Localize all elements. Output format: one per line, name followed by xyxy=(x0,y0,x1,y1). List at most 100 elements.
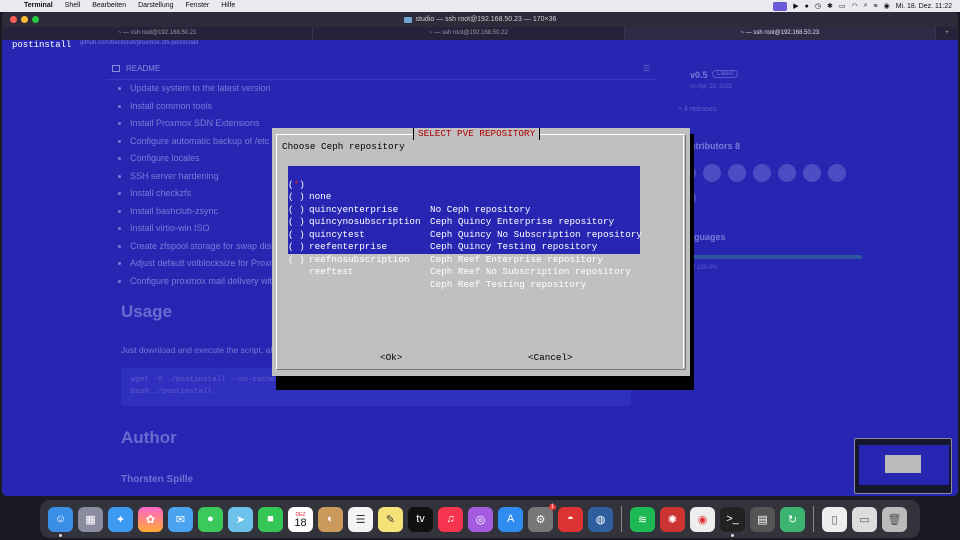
trash-icon[interactable]: 🗑 xyxy=(882,506,907,532)
avatar xyxy=(828,164,846,182)
dock-separator xyxy=(621,506,622,532)
cancel-button[interactable]: <Cancel> xyxy=(528,352,573,364)
option-quincytest[interactable]: ( ) quincytest Ceph Quincy Testing repos… xyxy=(288,204,640,252)
spotify-icon[interactable]: ≋ xyxy=(630,506,655,532)
folder-icon xyxy=(403,16,412,23)
messages-icon[interactable]: ● xyxy=(198,506,223,532)
safari-icon[interactable]: ✦ xyxy=(108,506,133,532)
maps-icon[interactable]: ➤ xyxy=(228,506,253,532)
app-red-icon[interactable]: ✺ xyxy=(660,506,685,532)
finder-icon[interactable]: ☺ xyxy=(48,506,73,537)
appletv-icon[interactable]: tv xyxy=(408,506,433,532)
tab-ssh-22[interactable]: ~ — ssh root@192.168.50.22 xyxy=(313,27,625,40)
contributors-count: 8 xyxy=(735,141,741,151)
siri-icon[interactable]: ◉ xyxy=(884,2,890,10)
tab-ssh-21[interactable]: ~ — ssh root@192.168.50.21 xyxy=(2,27,314,40)
calendar-day: 18 xyxy=(294,517,307,529)
option-reeftest[interactable]: ( ) reeftest Ceph Reef Testing repositor… xyxy=(288,241,640,290)
ok-button[interactable]: <Ok> xyxy=(380,352,402,364)
folder-icon[interactable]: ▭ xyxy=(852,506,877,532)
new-tab-button[interactable]: + xyxy=(936,27,958,40)
screenshot-thumbnail[interactable] xyxy=(854,438,952,494)
menu-shell[interactable]: Shell xyxy=(59,0,87,12)
document-icon[interactable]: ▯ xyxy=(822,506,847,532)
mail-icon[interactable]: ✉ xyxy=(168,506,193,532)
option-reefnosubscription[interactable]: ( ) reefnosubscription Ceph Reef No Subs… xyxy=(288,229,640,277)
option-description: Ceph Reef No Subscription repository xyxy=(430,266,631,277)
readme-header: README ☰ xyxy=(106,58,656,80)
contributors-avatars xyxy=(678,164,846,182)
appstore-icon[interactable]: A xyxy=(498,506,523,532)
facetime-icon[interactable]: ■ xyxy=(258,506,283,532)
chrome-icon[interactable]: ◉ xyxy=(690,506,715,532)
list-item: Install common tools xyxy=(130,98,384,116)
menu-darstellung[interactable]: Darstellung xyxy=(132,0,179,12)
notification-badge: 1 xyxy=(548,503,556,510)
avatar xyxy=(803,164,821,182)
menu-fenster[interactable]: Fenster xyxy=(180,0,216,12)
battery-icon[interactable]: ▭ xyxy=(839,2,846,10)
proxy-icon[interactable]: ◍ xyxy=(588,506,613,532)
wifi-icon[interactable]: ◠ xyxy=(851,2,857,10)
podcasts-icon[interactable]: ◎ xyxy=(468,506,493,532)
book-icon xyxy=(112,65,120,72)
avatar xyxy=(703,164,721,182)
photos-icon[interactable]: ✿ xyxy=(138,506,163,532)
outline-menu-icon: ☰ xyxy=(642,64,650,73)
play-icon[interactable]: ▶ xyxy=(793,2,798,10)
language-bar xyxy=(678,255,862,259)
control-center-icon[interactable]: ≡ xyxy=(874,3,878,10)
sync-icon[interactable]: ↻ xyxy=(780,506,805,532)
thumbnail-dialog xyxy=(885,455,921,473)
option-description: Ceph Reef Testing repository xyxy=(430,278,587,290)
user-icon[interactable]: ● xyxy=(805,3,809,10)
calendar-icon[interactable]: DEZ 18 xyxy=(288,506,313,532)
tab-bar: ~ — ssh root@192.168.50.21 ~ — ssh root@… xyxy=(2,27,958,40)
bluetooth-icon[interactable]: ✱ xyxy=(827,2,833,10)
reminders-icon[interactable]: ☰ xyxy=(348,506,373,532)
music-icon[interactable]: ♫ xyxy=(438,506,463,532)
select-repository-dialog: SELECT PVE REPOSITORY Choose Ceph reposi… xyxy=(272,128,690,376)
notes-icon[interactable]: ✎ xyxy=(378,506,403,532)
option-name: reeftest xyxy=(309,266,354,277)
option-quincynosubscription[interactable]: ( ) quincynosubscription Ceph Quincy No … xyxy=(288,191,642,240)
minimize-window-button[interactable] xyxy=(21,16,28,23)
menu-app-name[interactable]: Terminal xyxy=(18,0,59,12)
timemachine-icon[interactable]: ◷ xyxy=(815,2,821,10)
menu-bearbeiten[interactable]: Bearbeiten xyxy=(86,0,132,12)
option-quincyenterprise[interactable]: ( ) quincyenterprise Ceph Quincy Enterpr… xyxy=(288,179,640,227)
latest-badge: Latest xyxy=(712,70,739,78)
readme-label: README xyxy=(126,64,161,73)
option-reefenterprise[interactable]: ( ) reefenterprise Ceph Reef Enterprise … xyxy=(288,216,640,265)
title-bar[interactable]: studio — ssh root@192.168.50.23 — 170×36 xyxy=(2,12,958,27)
calculator-icon[interactable]: ▤ xyxy=(750,506,775,532)
option-none[interactable]: (*) none No Ceph repository xyxy=(288,166,640,215)
close-window-button[interactable] xyxy=(10,16,17,23)
dialog-title: SELECT PVE REPOSITORY xyxy=(413,128,541,140)
contacts-icon[interactable]: ◐ xyxy=(318,506,343,532)
radio-button[interactable]: ( ) xyxy=(288,254,306,267)
window-title: studio — ssh root@192.168.50.23 — 170×36 xyxy=(415,16,557,23)
menubar-clock[interactable]: Mi. 18. Dez. 11:22 xyxy=(896,3,952,10)
maximize-window-button[interactable] xyxy=(32,16,39,23)
search-icon[interactable]: ⌕ xyxy=(864,2,868,10)
avatar xyxy=(753,164,771,182)
screen-share-icon[interactable] xyxy=(773,1,788,11)
more-releases: + 4 releases xyxy=(678,106,717,113)
list-item: Update system to the latest version xyxy=(130,80,384,98)
settings-icon[interactable]: ⚙ 1 xyxy=(528,503,556,532)
terminal-icon[interactable]: >_ xyxy=(720,506,745,537)
launchpad-icon[interactable]: ▦ xyxy=(78,506,103,532)
avatar xyxy=(778,164,796,182)
repo-sidebar: v0.5 Latest on Apr 28, 2022 + 4 releases… xyxy=(674,40,944,496)
menu-hilfe[interactable]: Hilfe xyxy=(215,0,241,12)
author-name: Thorsten Spille xyxy=(121,474,194,485)
repository-options-list: (*) none No Ceph repository ( ) quincyen… xyxy=(288,166,642,290)
vpn-icon[interactable]: ◓ xyxy=(558,506,583,532)
option-name: reefnosubscription xyxy=(309,253,410,265)
dialog-edge xyxy=(683,136,684,368)
dock: ☺ ▦ ✦ ✿ ✉ ● ➤ ■ DEZ 18 ◐ ☰ ✎ tv ♫ ◎ A ⚙ 1 … xyxy=(40,500,920,538)
author-heading: Author xyxy=(121,428,177,447)
tab-ssh-23[interactable]: ~ — ssh root@192.168.50.23 xyxy=(624,27,936,40)
terminal-prefix-text: postinstall xyxy=(12,40,72,50)
